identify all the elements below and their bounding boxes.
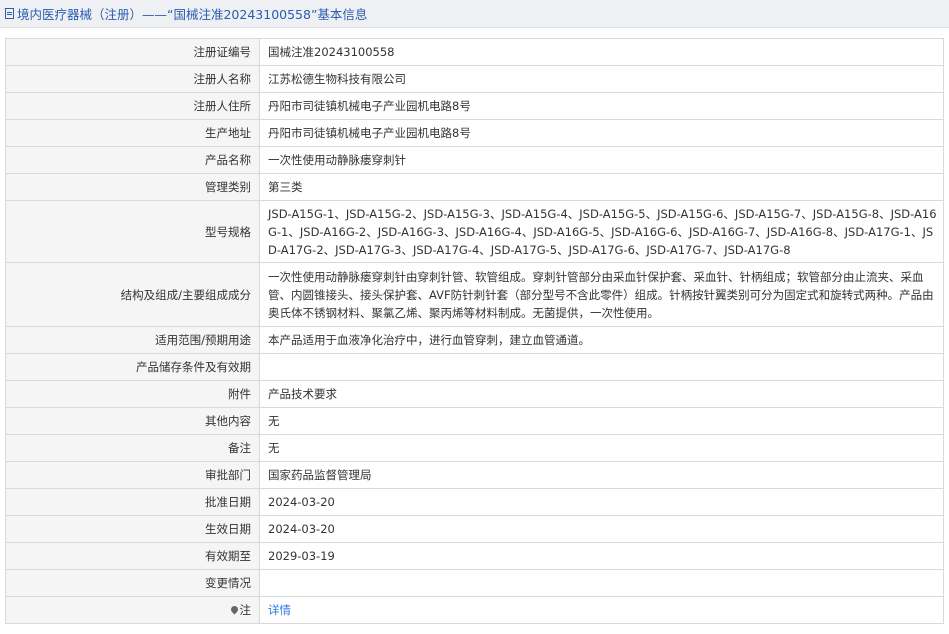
row-label: 注册人名称: [5, 65, 260, 93]
table-row: 注 详情: [5, 596, 944, 624]
row-value: 产品技术要求: [259, 380, 944, 408]
row-label: 结构及组成/主要组成成分: [5, 262, 260, 327]
row-value: 江苏松德生物科技有限公司: [259, 65, 944, 93]
row-label: 生产地址: [5, 119, 260, 147]
table-row: 变更情况: [5, 569, 944, 597]
row-value: 一次性使用动静脉瘘穿刺针: [259, 146, 944, 174]
row-value: 丹阳市司徒镇机械电子产业园机电路8号: [259, 119, 944, 147]
row-label: 型号规格: [5, 200, 260, 263]
row-value: 国家药品监督管理局: [259, 461, 944, 489]
table-row: 注册人名称 江苏松德生物科技有限公司: [5, 65, 944, 93]
table-row: 其他内容 无: [5, 407, 944, 435]
note-label: 注: [5, 596, 260, 624]
table-row: 审批部门 国家药品监督管理局: [5, 461, 944, 489]
page-header: 境内医疗器械（注册）——“国械注准20243100558”基本信息: [0, 0, 949, 28]
pin-icon: [229, 604, 239, 615]
row-label: 备注: [5, 434, 260, 462]
info-table: 注册证编号 国械注准20243100558 注册人名称 江苏松德生物科技有限公司…: [5, 38, 944, 624]
details-link[interactable]: 详情: [259, 596, 944, 624]
note-label-text: 注: [239, 603, 252, 617]
row-label: 产品名称: [5, 146, 260, 174]
row-label: 管理类别: [5, 173, 260, 201]
row-label: 适用范围/预期用途: [5, 326, 260, 354]
row-value: 本产品适用于血液净化治疗中，进行血管穿刺，建立血管通道。: [259, 326, 944, 354]
table-row: 型号规格 JSD-A15G-1、JSD-A15G-2、JSD-A15G-3、JS…: [5, 200, 944, 263]
row-value: 国械注准20243100558: [259, 38, 944, 66]
row-value: [259, 353, 944, 381]
document-icon: [5, 8, 14, 19]
row-value: [259, 569, 944, 597]
table-row: 结构及组成/主要组成成分 一次性使用动静脉瘘穿刺针由穿刺针管、软管组成。穿刺针管…: [5, 262, 944, 327]
row-value: 2029-03-19: [259, 542, 944, 570]
page-title: 境内医疗器械（注册）——“国械注准20243100558”基本信息: [17, 7, 368, 22]
row-value: 第三类: [259, 173, 944, 201]
table-row: 有效期至 2029-03-19: [5, 542, 944, 570]
table-row: 管理类别 第三类: [5, 173, 944, 201]
table-row: 生效日期 2024-03-20: [5, 515, 944, 543]
table-row: 产品名称 一次性使用动静脉瘘穿刺针: [5, 146, 944, 174]
row-value: 2024-03-20: [259, 488, 944, 516]
table-row: 附件 产品技术要求: [5, 380, 944, 408]
table-row: 注册证编号 国械注准20243100558: [5, 38, 944, 66]
row-value: 一次性使用动静脉瘘穿刺针由穿刺针管、软管组成。穿刺针管部分由采血针保护套、采血针…: [259, 262, 944, 327]
row-label: 批准日期: [5, 488, 260, 516]
row-value: 2024-03-20: [259, 515, 944, 543]
row-label: 生效日期: [5, 515, 260, 543]
row-label: 产品储存条件及有效期: [5, 353, 260, 381]
row-label: 变更情况: [5, 569, 260, 597]
row-label: 其他内容: [5, 407, 260, 435]
row-label: 注册证编号: [5, 38, 260, 66]
row-label: 附件: [5, 380, 260, 408]
row-label: 注册人住所: [5, 92, 260, 120]
table-row: 备注 无: [5, 434, 944, 462]
table-row: 产品储存条件及有效期: [5, 353, 944, 381]
table-row: 生产地址 丹阳市司徒镇机械电子产业园机电路8号: [5, 119, 944, 147]
row-label: 有效期至: [5, 542, 260, 570]
row-value: JSD-A15G-1、JSD-A15G-2、JSD-A15G-3、JSD-A15…: [259, 200, 944, 263]
table-row: 注册人住所 丹阳市司徒镇机械电子产业园机电路8号: [5, 92, 944, 120]
row-value: 丹阳市司徒镇机械电子产业园机电路8号: [259, 92, 944, 120]
row-value: 无: [259, 434, 944, 462]
table-row: 批准日期 2024-03-20: [5, 488, 944, 516]
row-value: 无: [259, 407, 944, 435]
table-row: 适用范围/预期用途 本产品适用于血液净化治疗中，进行血管穿刺，建立血管通道。: [5, 326, 944, 354]
row-label: 审批部门: [5, 461, 260, 489]
